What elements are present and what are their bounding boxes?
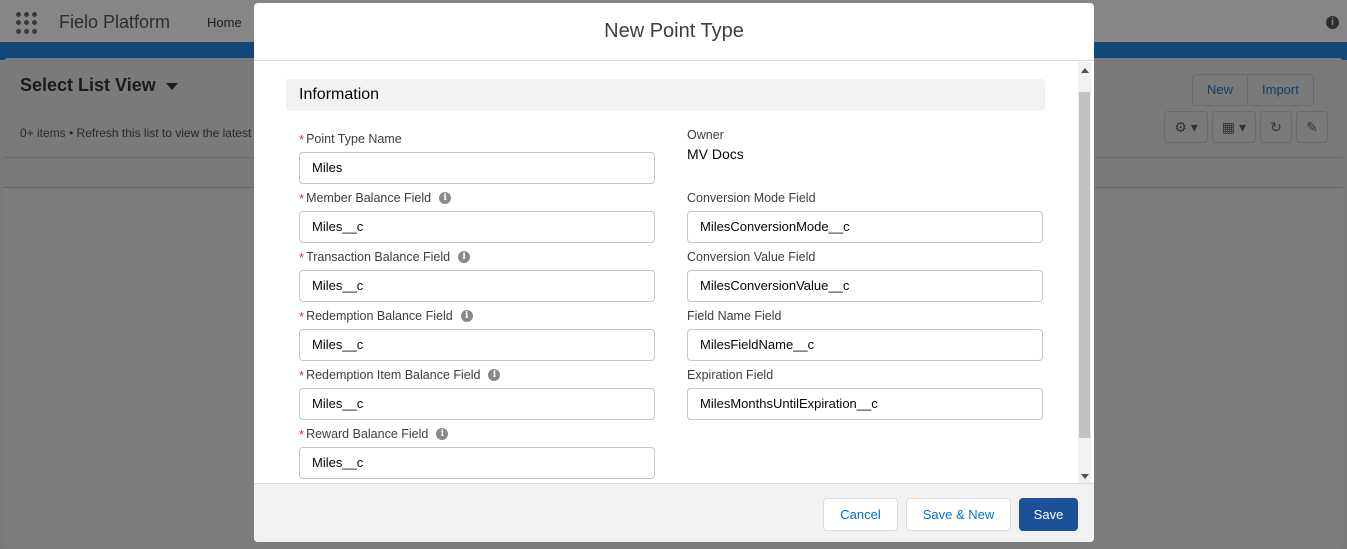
field-redemption-item-balance: * Redemption Item Balance Field i Miles__c <box>299 366 655 420</box>
field-label: Redemption Item Balance Field <box>306 368 481 382</box>
field-label: Reward Balance Field <box>306 427 429 441</box>
save-button[interactable]: Save <box>1019 498 1078 531</box>
info-circle-icon[interactable]: i <box>458 251 471 263</box>
field-label: Member Balance Field <box>306 191 432 205</box>
new-point-type-modal: New Point Type Information * Point Type N… <box>254 3 1094 542</box>
conversion-value-input[interactable]: MilesConversionValue__c <box>687 270 1043 302</box>
modal-title: New Point Type <box>604 20 744 42</box>
required-marker: * <box>299 308 305 324</box>
pencil-icon[interactable]: ✎ <box>1296 111 1328 143</box>
member-balance-input[interactable]: Miles__c <box>299 211 655 243</box>
scrollbar[interactable] <box>1078 62 1091 483</box>
field-member-balance: * Member Balance Field i Miles__c <box>299 189 655 243</box>
field-label: Point Type Name <box>306 132 402 146</box>
info-circle-icon[interactable]: i <box>460 310 473 322</box>
new-button[interactable]: New <box>1193 75 1249 105</box>
owner-value: MV Docs <box>687 146 744 162</box>
redemption-balance-input[interactable]: Miles__c <box>299 329 655 361</box>
field-conversion-value: Conversion Value Field MilesConversionVa… <box>687 248 1043 302</box>
field-conversion-mode: Conversion Mode Field MilesConversionMod… <box>687 189 1043 243</box>
scroll-down-icon[interactable] <box>1081 474 1089 479</box>
field-transaction-balance: * Transaction Balance Field i Miles__c <box>299 248 655 302</box>
field-owner: Owner MV Docs <box>687 126 744 162</box>
transaction-balance-input[interactable]: Miles__c <box>299 270 655 302</box>
info-circle-icon[interactable]: i <box>439 192 452 204</box>
chevron-down-icon <box>165 82 178 90</box>
field-expiration: Expiration Field MilesMonthsUntilExpirat… <box>687 366 1043 420</box>
app-name: Fielo Platform <box>59 12 171 32</box>
info-icon[interactable]: i <box>1326 16 1339 29</box>
info-circle-icon[interactable]: i <box>488 369 501 381</box>
field-label: Conversion Mode Field <box>687 191 816 205</box>
section-header-information[interactable]: Information <box>286 79 1045 111</box>
conversion-mode-input[interactable]: MilesConversionMode__c <box>687 211 1043 243</box>
field-point-type-name: * Point Type Name Miles <box>299 130 655 184</box>
field-label: Redemption Balance Field <box>306 309 453 323</box>
required-marker: * <box>299 190 305 206</box>
field-redemption-balance: * Redemption Balance Field i Miles__c <box>299 307 655 361</box>
list-view-status: 0+ items • Refresh this list to view the… <box>20 126 252 140</box>
nav-item-home[interactable]: Home <box>207 15 242 30</box>
required-marker: * <box>299 367 305 383</box>
cancel-button[interactable]: Cancel <box>823 498 898 531</box>
list-actions: New Import <box>1192 74 1314 106</box>
point-type-name-input[interactable]: Miles <box>299 152 655 184</box>
save-and-new-button[interactable]: Save & New <box>906 498 1011 531</box>
modal-footer: Cancel Save & New Save <box>254 483 1094 542</box>
modal-header: New Point Type <box>254 3 1094 61</box>
info-circle-icon[interactable]: i <box>436 428 449 440</box>
gear-icon[interactable]: ⚙ ▾ <box>1164 111 1208 143</box>
redemption-item-balance-input[interactable]: Miles__c <box>299 388 655 420</box>
expiration-input[interactable]: MilesMonthsUntilExpiration__c <box>687 388 1043 420</box>
field-reward-balance: * Reward Balance Field i Miles__c <box>299 425 655 479</box>
refresh-icon[interactable]: ↻ <box>1260 111 1292 143</box>
modal-body: Information * Point Type Name Miles * Memb… <box>254 62 1094 483</box>
list-view-selector[interactable]: Select List View <box>20 75 178 96</box>
table-icon[interactable]: ▦ ▾ <box>1212 111 1256 143</box>
reward-balance-input[interactable]: Miles__c <box>299 447 655 479</box>
scroll-up-icon[interactable] <box>1081 68 1089 73</box>
required-marker: * <box>299 249 305 265</box>
required-marker: * <box>299 131 305 147</box>
required-marker: * <box>299 426 305 442</box>
field-label: Owner <box>687 128 724 142</box>
field-label: Expiration Field <box>687 368 774 382</box>
field-label: Field Name Field <box>687 309 782 323</box>
field-field-name: Field Name Field MilesFieldName__c <box>687 307 1043 361</box>
field-label: Transaction Balance Field <box>306 250 451 264</box>
field-name-input[interactable]: MilesFieldName__c <box>687 329 1043 361</box>
app-launcher-icon[interactable] <box>16 12 38 34</box>
field-label: Conversion Value Field <box>687 250 816 264</box>
scrollbar-thumb[interactable] <box>1079 92 1090 438</box>
import-button[interactable]: Import <box>1248 75 1313 105</box>
